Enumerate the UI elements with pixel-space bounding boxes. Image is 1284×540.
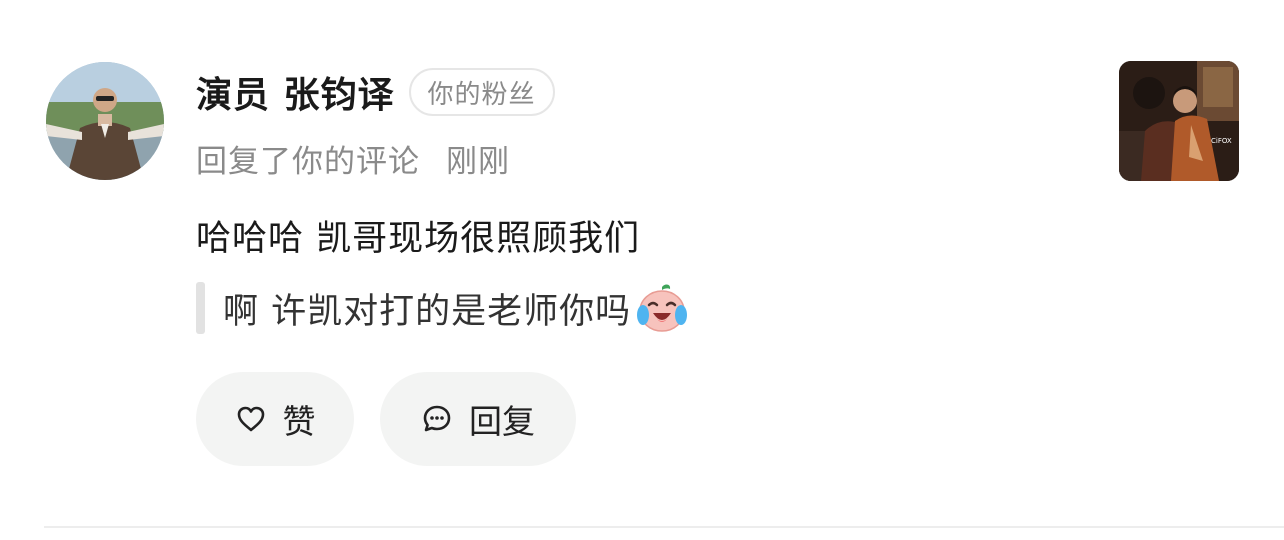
heart-outline-icon	[237, 406, 264, 432]
username[interactable]: 演员 张钧译	[196, 66, 395, 118]
chat-bubble-icon	[423, 405, 451, 432]
avatar-image	[46, 62, 164, 180]
timestamp: 刚刚	[446, 144, 510, 180]
fan-badge: 你的粉丝	[408, 68, 555, 116]
laugh-cry-emoji-icon	[637, 284, 688, 332]
user-avatar[interactable]	[46, 62, 164, 180]
quote-bar	[196, 282, 205, 334]
like-label: 赞	[282, 402, 316, 441]
divider	[44, 526, 1284, 528]
comment-meta: 回复了你的评论 刚刚	[196, 136, 510, 181]
quoted-comment-text: 啊 许凯对打的是老师你吗	[223, 291, 632, 332]
reply-button[interactable]: 回复	[380, 372, 576, 466]
reply-label: 回复	[469, 402, 535, 441]
comment-actions: 赞 回复	[196, 372, 576, 466]
thumbnail-watermark: CiFOX	[1211, 137, 1232, 145]
action-description: 回复了你的评论	[196, 144, 420, 180]
quoted-comment[interactable]: 啊 许凯对打的是老师你吗	[196, 282, 689, 334]
comment-header: 演员 张钧译 你的粉丝	[196, 64, 555, 120]
post-thumbnail[interactable]: CiFOX	[1119, 61, 1239, 181]
reply-content: 哈哈哈 凯哥现场很照顾我们	[196, 219, 641, 259]
thumbnail-image: CiFOX	[1119, 61, 1239, 181]
like-button[interactable]: 赞	[196, 372, 354, 466]
